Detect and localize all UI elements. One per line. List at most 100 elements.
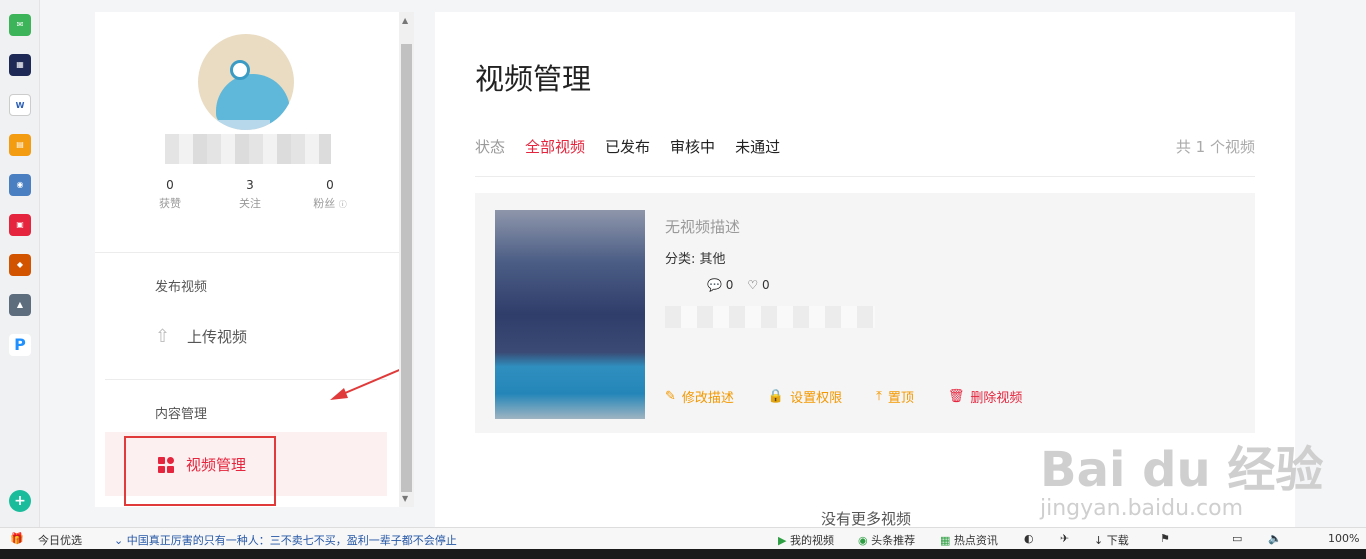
avatar-eye [230,60,250,80]
add-app-icon[interactable]: + [9,490,31,512]
today-picks[interactable]: 今日优选 [38,532,82,548]
tab-rejected[interactable]: 未通过 [735,136,780,157]
stat-likes-label: 获赞 [159,197,181,210]
sidebar-scrollbar[interactable]: ▲ ▼ [399,12,414,507]
xiaohongshu-icon[interactable]: ▣ [9,214,31,236]
headline-rec-link[interactable]: ◉ 头条推荐 [858,532,915,548]
stat-following[interactable]: 3 关注 [225,178,275,211]
video-category: 分类: 其他 [665,252,726,267]
profile-card: 0 获赞 3 关注 0 粉丝 ⓘ 发布视频 ⇧ 上传视频 内容管理 视频管理 [95,12,400,507]
page-title: 视频管理 [475,62,592,96]
publish-section-label: 发布视频 [155,280,208,295]
avatar[interactable] [198,34,294,130]
upload-icon: ⇧ [155,325,171,347]
comment-icon: 💬 [707,278,722,292]
my-video-label: 我的视频 [789,534,834,547]
edit-description-label: 修改描述 [681,391,734,406]
blurred-info [665,306,875,328]
news-icon: ▦ [940,534,951,547]
stat-likes-num: 0 [166,178,174,192]
baidu-watermark: Bai du 经验 jingyan.baidu.com [1040,430,1323,521]
delete-video-button[interactable]: 🗑 删除视频 [948,387,1023,406]
game-app-3-icon[interactable]: ▲ [9,294,31,316]
browser-side-rail: ✉ ▦ W ▤ ◉ ▣ ◆ ▲ P + [0,0,40,527]
video-count: 共 1 个视频 [1175,138,1255,156]
highlight-box [124,436,276,506]
stat-fans-label: 粉丝 ⓘ [305,195,355,211]
delete-video-label: 删除视频 [970,391,1023,406]
stat-following-label: 关注 [239,197,261,210]
word-doc-icon[interactable]: W [9,94,31,116]
download-link[interactable]: ↓ 下载 [1094,532,1129,548]
novel-app-icon[interactable]: ▤ [9,134,31,156]
status-label: 状态 [475,138,506,156]
gift-icon[interactable]: 🎁 [10,532,24,545]
hot-news-label: 热点资讯 [953,534,998,547]
zoom-level[interactable]: 100% [1328,532,1359,545]
pin-top-icon: ⤒ [876,389,882,404]
game-app-2-icon[interactable]: ◆ [9,254,31,276]
video-description: 无视频描述 [665,218,741,236]
comment-count: 💬 0 [707,278,733,292]
scroll-thumb[interactable] [401,44,412,492]
tab-published[interactable]: 已发布 [605,136,650,157]
browser-status-bar: 🎁 今日优选 ⌄ 中国真正厉害的只有一种人：三不卖七不买，盈利一辈子都不会停止 … [0,527,1366,549]
video-metrics: 💬 0 ♡ 0 [707,278,770,292]
play-icon: ▶ [778,534,787,547]
status-tabs: 状态 全部视频 已发布 审核中 未通过 [475,136,780,157]
news-app-icon[interactable]: ▦ [9,54,31,76]
download-icon: ↓ [1094,534,1104,547]
flag-icon[interactable]: ⚑ [1160,532,1170,545]
like-count-num: 0 [762,278,770,292]
stat-fans-num: 0 [326,178,334,192]
pin-top-label: 置顶 [887,391,914,406]
stat-fans-text: 粉丝 [313,197,336,210]
set-permission-label: 设置权限 [790,391,843,406]
tab-reviewing[interactable]: 审核中 [670,136,715,157]
trash-icon: 🗑 [947,389,965,404]
tab-all-videos[interactable]: 全部视频 [525,136,585,157]
stat-likes: 0 获赞 [145,178,195,211]
lock-icon: 🔒 [767,389,785,404]
chevron-down-icon: ⌄ [114,534,124,547]
volume-icon[interactable]: 🔈 [1268,532,1282,545]
watermark-brand: Bai du 经验 [1040,442,1324,498]
circle-play-icon: ◉ [858,534,868,547]
stat-fans[interactable]: 0 粉丝 ⓘ [305,178,355,211]
scroll-down-icon[interactable]: ▼ [402,494,408,503]
pin-top-button[interactable]: ⤒ 置顶 [876,387,914,406]
hot-news-link[interactable]: ▦ 热点资讯 [940,532,998,548]
upload-video-label: 上传视频 [187,328,248,346]
edit-description-button[interactable]: ✎ 修改描述 [665,387,734,406]
profile-divider [95,252,400,253]
tabs-divider [475,176,1255,177]
scroll-up-icon[interactable]: ▲ [402,16,408,25]
profile-stats: 0 获赞 3 关注 0 粉丝 ⓘ [145,178,355,211]
rocket-icon[interactable]: ✈ [1060,532,1069,545]
headline-text: 中国真正厉害的只有一种人：三不卖七不买，盈利一辈子都不会停止 [126,534,457,547]
heart-icon: ♡ [747,278,759,292]
info-icon[interactable]: ⓘ [339,200,347,209]
comment-count-num: 0 [725,278,734,292]
window-icon[interactable]: ▭ [1232,532,1242,545]
speed-icon[interactable]: ◐ [1024,532,1034,545]
annotation-arrow [330,367,405,400]
upload-video-item[interactable]: ⇧ 上传视频 [155,326,247,347]
avatar-mosaic [210,120,270,130]
stat-following-num: 3 [246,178,254,192]
game-app-icon[interactable]: ◉ [9,174,31,196]
video-actions: ✎ 修改描述 🔒 设置权限 ⤒ 置顶 🗑 删除视频 [665,387,1022,406]
headline-link[interactable]: ⌄ 中国真正厉害的只有一种人：三不卖七不买，盈利一辈子都不会停止 [114,532,457,548]
avatar-body [216,74,290,124]
video-thumbnail[interactable] [495,210,645,419]
set-permission-button[interactable]: 🔒 设置权限 [768,387,842,406]
no-more-videos: 没有更多视频 [821,510,912,528]
p-app-icon[interactable]: P [9,334,31,356]
download-label: 下载 [1106,534,1129,547]
content-section-label: 内容管理 [155,407,208,422]
like-count: ♡ 0 [747,278,769,292]
video-card: 无视频描述 分类: 其他 💬 0 ♡ 0 ✎ 修改描述 🔒 设置权限 ⤒ 置顶 🗑 删除… [475,193,1255,433]
mail-icon[interactable]: ✉ [9,14,31,36]
os-taskbar [0,549,1366,559]
my-video-link[interactable]: ▶ 我的视频 [778,532,834,548]
